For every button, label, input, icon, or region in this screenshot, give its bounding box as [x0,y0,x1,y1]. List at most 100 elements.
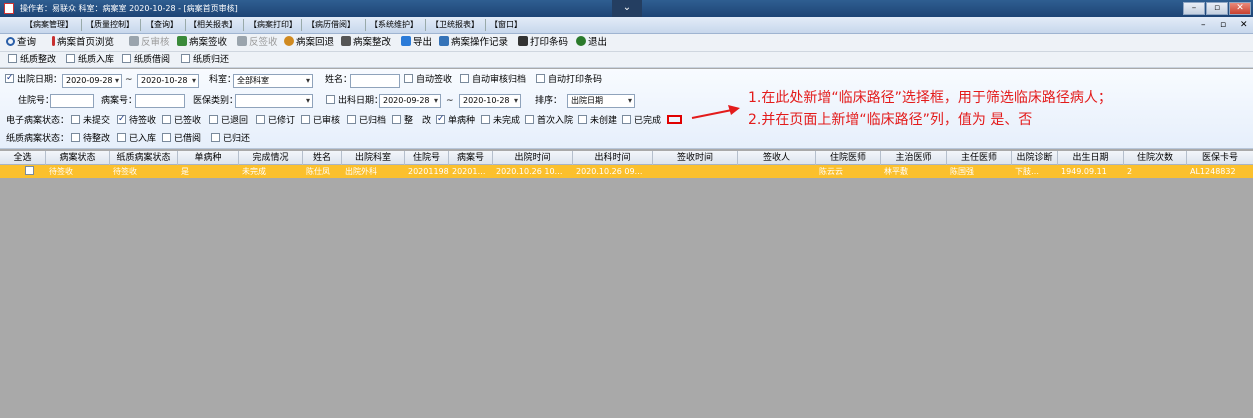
column-header[interactable]: 住院号 [405,151,449,165]
maximize-button[interactable]: ▫ [1206,2,1228,15]
checkbox-box[interactable] [301,115,310,124]
menu-item-borrow[interactable]: 【病历借阅】 [307,19,355,31]
column-header[interactable]: 住院医师 [816,151,881,165]
insurance-select[interactable] [235,94,313,108]
record-sign-button[interactable]: 病案签收 [177,36,227,50]
menu-item-quality-control[interactable]: 【质量控制】 [86,19,134,31]
status-signed-checkbox[interactable]: 已签收 [162,115,201,128]
column-header[interactable]: 出院诊断 [1012,151,1058,165]
column-header[interactable]: 出科时间 [573,151,653,165]
paper-status-returned-checkbox[interactable]: 已归还 [211,133,250,146]
sort-select[interactable]: 出院日期 [567,94,635,108]
record-browse-button[interactable]: 病案首页浏览 [52,36,114,50]
unsign-button[interactable]: 反签收 [237,36,278,50]
column-header[interactable]: 签收时间 [653,151,738,165]
checkbox-box[interactable] [117,133,126,142]
column-header[interactable]: 病案状态 [46,151,110,165]
column-header[interactable]: 完成情况 [239,151,303,165]
status-not-created-checkbox[interactable]: 未创建 [578,115,617,128]
exit-button[interactable]: 退出 [576,36,607,50]
table-row[interactable]: 待签收 待签收 是 未完成 陈仕凤 出院外科 20201198 20201… 2… [0,165,1253,178]
checkbox-box[interactable] [622,115,631,124]
menu-item-query[interactable]: 【查询】 [146,19,178,31]
checkbox-box[interactable] [525,115,534,124]
menu-item-record-management[interactable]: 【病案管理】 [25,19,73,31]
status-returned-checkbox[interactable]: 已退回 [209,115,248,128]
checkbox-box[interactable] [256,115,265,124]
auto-sign-checkbox[interactable]: 自动签收 [404,74,452,87]
checkbox-box[interactable] [404,74,413,83]
column-header[interactable]: 出院时间 [493,151,573,165]
paper-status-stored-checkbox[interactable]: 已入库 [117,133,156,146]
discharge-from-picker[interactable]: 2020-09-28 [62,74,122,88]
status-revised-checkbox[interactable]: 已修订 [256,115,295,128]
column-header[interactable]: 病案号 [449,151,493,165]
collapse-chevron-icon[interactable]: ⌄ [612,0,642,17]
paper-rectify-checkbox[interactable]: 纸质整改 [8,54,56,66]
column-header[interactable]: 医保卡号 [1187,151,1253,165]
status-single-disease-checkbox[interactable]: 单病种 [436,113,475,128]
row-select-checkbox[interactable] [22,165,42,178]
status-pending-sign-checkbox[interactable]: 待签收 [117,113,156,128]
checkbox-box[interactable] [460,74,469,83]
dept-out-to-picker[interactable]: 2020-10-28 [459,94,521,108]
checkbox-box[interactable] [122,54,131,63]
checkbox-box[interactable] [162,115,171,124]
checkbox-box[interactable] [162,133,171,142]
paper-return-checkbox[interactable]: 纸质归还 [181,54,229,66]
column-header[interactable]: 主治医师 [881,151,947,165]
checkbox-box[interactable] [5,72,14,85]
record-return-button[interactable]: 病案回退 [284,36,334,50]
status-incomplete-checkbox[interactable]: 未完成 [481,115,520,128]
column-header[interactable]: 签收人 [738,151,816,165]
unreview-button[interactable]: 反审核 [129,36,170,50]
query-button[interactable]: 查询 [6,36,36,50]
status-archived-checkbox[interactable]: 已归档 [347,115,386,128]
discharge-to-picker[interactable]: 2020-10-28 [137,74,199,88]
menu-item-reports[interactable]: 【相关报表】 [189,19,237,31]
dept-select[interactable]: 全部科室 [233,74,313,88]
checkbox-box[interactable] [481,115,490,124]
mdi-restore-button[interactable]: ▫ [1220,19,1226,31]
dept-out-from-picker[interactable]: 2020-09-28 [379,94,441,108]
dept-out-checkbox[interactable]: 出科日期： [326,95,383,108]
minimize-button[interactable]: – [1183,2,1205,15]
mdi-close-button[interactable]: ✕ [1240,19,1248,31]
status-first-admission-checkbox[interactable]: 首次入院 [525,115,573,128]
paper-status-rectify-checkbox[interactable]: 待整改 [71,133,110,146]
checkbox-box[interactable] [71,115,80,124]
checkbox-box[interactable] [392,115,401,124]
name-input[interactable] [350,74,400,88]
checkbox-box[interactable] [181,54,190,63]
record-rectify-button[interactable]: 病案整改 [341,36,391,50]
menu-item-print[interactable]: 【病案打印】 [249,19,297,31]
inpatient-input[interactable] [50,94,94,108]
checkbox-box[interactable] [211,133,220,142]
auto-print-checkbox[interactable]: 自动打印条码 [536,74,602,87]
discharge-date-checkbox[interactable]: 出院日期： [5,72,62,87]
checkbox-box[interactable] [578,115,587,124]
column-header[interactable]: 出生日期 [1058,151,1124,165]
paper-store-checkbox[interactable]: 纸质入库 [66,54,114,66]
close-button[interactable]: ✕ [1229,2,1251,15]
column-header[interactable]: 出院科室 [342,151,405,165]
status-unsubmitted-checkbox[interactable]: 未提交 [71,115,110,128]
paper-status-borrowed-checkbox[interactable]: 已借阅 [162,133,201,146]
menu-item-window[interactable]: 【窗口】 [490,19,522,31]
checkbox-box[interactable] [66,54,75,63]
status-rectify-checkbox[interactable]: 整 改 [392,115,431,128]
checkbox-box[interactable] [71,133,80,142]
checkbox-box[interactable] [436,113,445,126]
record-input[interactable] [135,94,185,108]
menu-item-maintenance[interactable]: 【系统维护】 [370,19,418,31]
checkbox-box[interactable] [8,54,17,63]
checkbox-box[interactable] [25,166,34,175]
column-header[interactable]: 纸质病案状态 [110,151,178,165]
checkbox-box[interactable] [347,115,356,124]
auto-review-checkbox[interactable]: 自动审核归档 [460,74,526,87]
export-button[interactable]: 导出 [401,36,432,50]
paper-borrow-checkbox[interactable]: 纸质借阅 [122,54,170,66]
status-reviewed-checkbox[interactable]: 已审核 [301,115,340,128]
checkbox-box[interactable] [536,74,545,83]
mdi-minimize-button[interactable]: – [1201,19,1206,31]
